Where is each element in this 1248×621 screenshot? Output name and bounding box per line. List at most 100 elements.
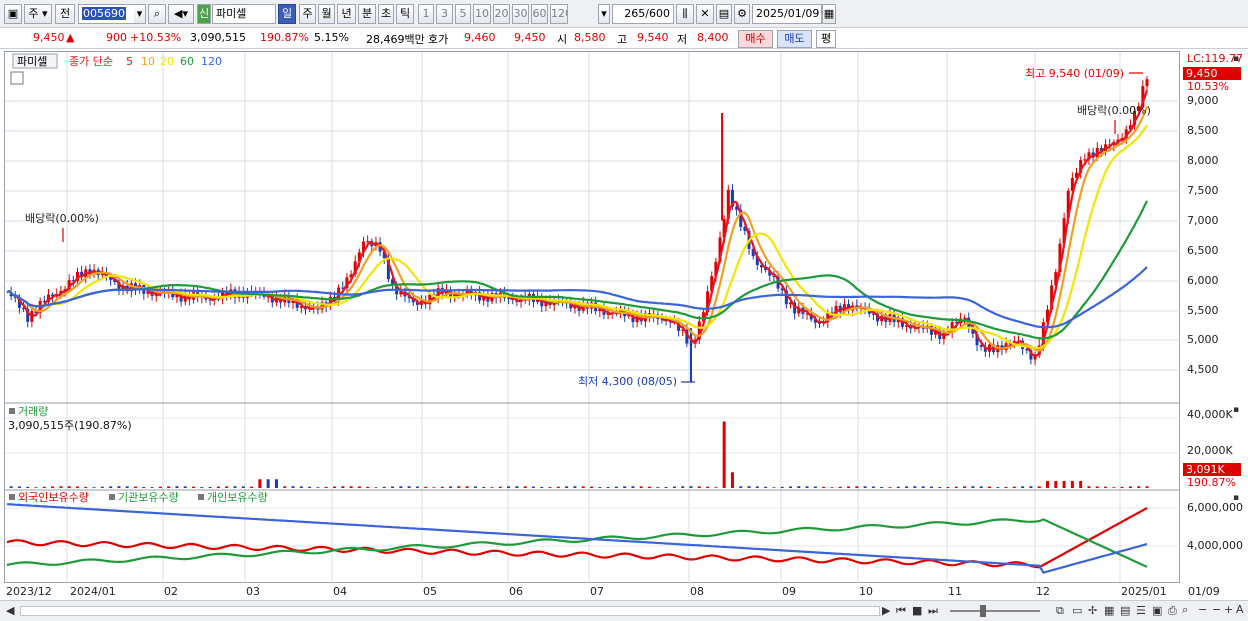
volume-title: 거래량	[18, 405, 48, 418]
interval-button[interactable]: 1	[418, 4, 434, 24]
volume-bar	[623, 486, 627, 488]
interval-button[interactable]: 20	[493, 4, 510, 24]
period-button[interactable]: 분	[358, 4, 376, 24]
volume-bar	[1079, 481, 1083, 488]
zoom-slider[interactable]	[950, 610, 1040, 612]
avg-button[interactable]: 평	[816, 30, 836, 48]
volume-bar	[150, 487, 154, 488]
volume-bar	[67, 486, 71, 488]
layout-icon[interactable]: ▭	[1072, 604, 1082, 617]
x-axis-label: 08	[690, 585, 704, 598]
interval-button[interactable]: 60	[531, 4, 548, 24]
stock-name-field[interactable]: 파미셀	[212, 4, 276, 24]
volume-bar	[631, 486, 635, 488]
volume-bar	[1029, 486, 1033, 488]
interval-button[interactable]: 10	[473, 4, 491, 24]
picture-icon[interactable]: ▣	[1152, 604, 1162, 617]
volume-bar	[1145, 486, 1149, 488]
period-button[interactable]: 월	[318, 4, 335, 24]
code-dropdown-icon[interactable]: ▾	[134, 4, 146, 24]
calendar-icon[interactable]: ▦	[822, 4, 836, 24]
font-size-icon[interactable]: A	[1236, 603, 1244, 616]
zoom-out-icon[interactable]: −	[1198, 603, 1207, 616]
volume-tick-20000k: 20,000K	[1187, 444, 1233, 457]
volume-bar	[1012, 486, 1016, 488]
volume-bar	[929, 486, 933, 488]
interval-button[interactable]: 30	[512, 4, 529, 24]
volume-bar	[581, 486, 585, 488]
period-button[interactable]: 일	[278, 4, 296, 24]
period-button[interactable]: 틱	[396, 4, 414, 24]
volume-bar	[432, 487, 436, 488]
volume-bar	[896, 486, 900, 488]
copy-icon[interactable]: ⧉	[1056, 604, 1064, 618]
x-axis-label: 10	[859, 585, 873, 598]
fast-forward-icon[interactable]: ⏭	[928, 604, 938, 618]
volume-bar	[84, 486, 88, 488]
buy-button[interactable]: 매수	[738, 30, 773, 48]
interval-button[interactable]: 5	[455, 4, 471, 24]
price-tick-label: 9,000	[1187, 94, 1219, 107]
holding-panel-close-icon[interactable]: ▪	[1233, 493, 1239, 503]
period-button[interactable]: 주	[299, 4, 316, 24]
bar-chart-icon[interactable]: ⫼	[676, 4, 694, 24]
volume-bar	[142, 486, 146, 488]
volume-bar	[233, 486, 237, 488]
prev-button[interactable]: 전	[55, 4, 75, 24]
volume-panel-close-icon[interactable]: ▪	[1233, 405, 1239, 415]
scroll-right-icon[interactable]: ▶	[882, 604, 890, 617]
zoom-bar-icon[interactable]: −	[1212, 603, 1221, 616]
scroll-left-icon[interactable]: ◀	[6, 604, 14, 617]
zoom-icon[interactable]: ⌕	[1182, 603, 1188, 617]
chart-area[interactable]: 파미셀 종가 단순 5 10 20 60 120 최고 9,540 (01/09) 최저 4,3…	[4, 51, 1181, 584]
scrollbar-track[interactable]	[20, 606, 880, 616]
volume-panel-icon	[9, 408, 15, 414]
volume-bar	[241, 486, 245, 488]
grid-icon[interactable]: ▦	[1104, 604, 1114, 617]
count-field[interactable]: 265/600	[612, 4, 674, 24]
gear-icon[interactable]: ⚙	[734, 4, 750, 24]
list-icon[interactable]: ☰	[1136, 604, 1146, 617]
rewind-icon[interactable]: ⏮	[896, 604, 906, 618]
zoom-slider-handle[interactable]	[980, 605, 986, 617]
period-button[interactable]: 초	[378, 4, 394, 24]
turnover-pct: 5.15%	[314, 31, 349, 44]
sell-button[interactable]: 매도	[777, 30, 812, 48]
crosshair-icon[interactable]: ✕	[696, 4, 714, 24]
table-icon[interactable]: ▤	[1120, 604, 1130, 617]
interval-dropdown-icon[interactable]: ▾	[598, 4, 610, 24]
zoom-in-icon[interactable]: +	[1224, 603, 1233, 616]
period-button[interactable]: 년	[337, 4, 356, 24]
volume-bar	[374, 487, 378, 488]
volume-bar	[863, 486, 867, 488]
volume-bar	[764, 486, 768, 488]
panel-close-icon[interactable]: ▪	[1233, 54, 1239, 64]
volume-bar	[341, 486, 345, 488]
print-icon[interactable]: ⎙	[1168, 604, 1177, 618]
stop-icon[interactable]: ■	[912, 604, 922, 617]
x-axis-label: 2024/01	[70, 585, 116, 598]
cross-icon[interactable]: ✢	[1088, 604, 1097, 617]
search-icon[interactable]: ⌕	[148, 4, 166, 24]
current-price-tag: 9,450	[1183, 67, 1241, 80]
save-icon[interactable]: ▤	[716, 4, 732, 24]
volume-bar	[200, 487, 204, 488]
volume-bar	[614, 486, 618, 488]
date-input[interactable]: 2025/01/09	[752, 4, 822, 24]
period-type-select[interactable]: 주 ▾	[24, 4, 52, 24]
volume-bar	[672, 486, 676, 488]
dividend-annotation-right: 배당락(0.00%)	[1077, 104, 1151, 117]
ma20-line	[6, 124, 1148, 350]
speaker-icon[interactable]: ◀▾	[168, 4, 194, 24]
bid-label: 호가	[428, 33, 449, 46]
chart-type-icon[interactable]: ▣	[4, 4, 22, 24]
volume-bar	[167, 486, 171, 488]
volume-bar	[905, 486, 909, 488]
interval-button[interactable]: 3	[436, 4, 453, 24]
bid-price-2: 9,450	[514, 31, 546, 44]
interval-button[interactable]: 120	[550, 4, 568, 24]
volume-bar	[921, 486, 925, 488]
grid-toggle-icon	[10, 71, 24, 85]
volume-bar	[473, 486, 477, 488]
ma5-line	[6, 90, 1149, 357]
